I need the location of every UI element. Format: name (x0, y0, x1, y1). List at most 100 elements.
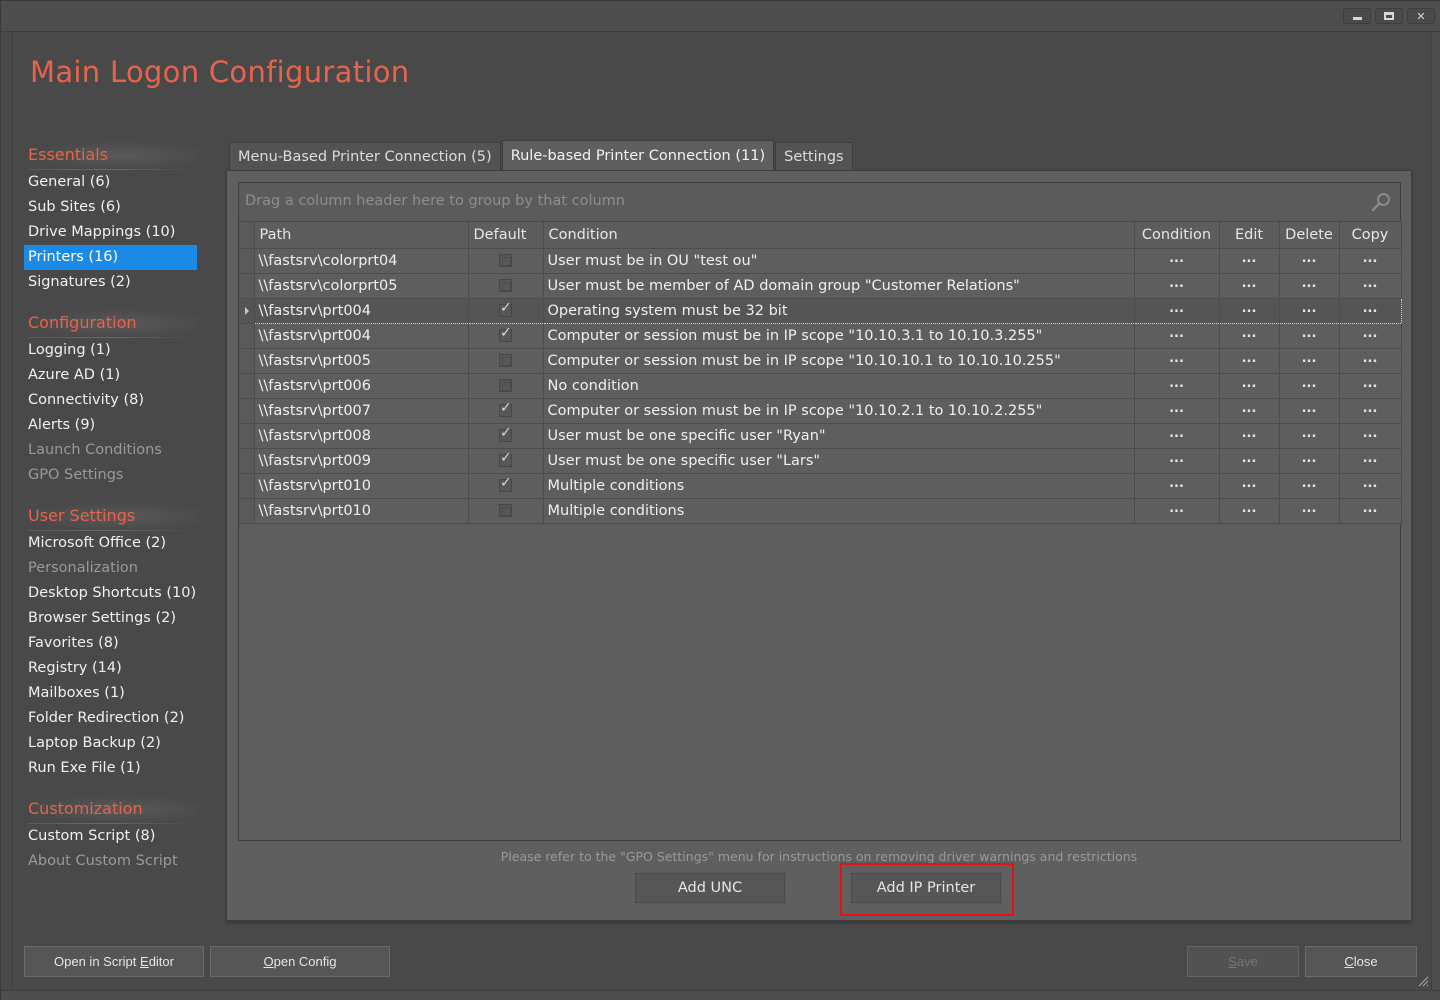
open-config-button[interactable]: Open Config (210, 946, 390, 977)
copy-ellipsis-button[interactable]: ... (1363, 251, 1378, 266)
column-header-path[interactable]: Path (254, 222, 469, 249)
tab-settings[interactable]: Settings (775, 142, 853, 172)
delete-ellipsis-button[interactable]: ... (1302, 401, 1317, 416)
edit-ellipsis-button[interactable]: ... (1242, 301, 1257, 316)
close-window-button[interactable]: ✕ (1407, 8, 1435, 24)
table-row[interactable]: \\fastsrv\prt004 Operating system must be… (239, 297, 1402, 324)
condition-ellipsis-button[interactable]: ... (1169, 276, 1184, 291)
sidebar-item-browser-settings[interactable]: Browser Settings (2) (24, 606, 199, 631)
condition-ellipsis-button[interactable]: ... (1169, 351, 1184, 366)
row-indicator[interactable] (239, 348, 255, 374)
maximize-button[interactable] (1375, 8, 1403, 24)
condition-cell[interactable]: User must be one specific user "Lars" (543, 448, 1135, 474)
copy-ellipsis-button[interactable]: ... (1363, 326, 1378, 341)
condition-cell[interactable]: User must be one specific user "Ryan" (543, 423, 1135, 449)
copy-ellipsis-button[interactable]: ... (1363, 276, 1378, 291)
sidebar-item-azure-ad[interactable]: Azure AD (1) (24, 363, 199, 388)
group-by-panel[interactable]: Drag a column header here to group by th… (239, 183, 1400, 222)
sidebar-item-printers[interactable]: Printers (16) (24, 245, 197, 270)
column-header-copy[interactable]: Copy (1339, 222, 1402, 249)
tab-menu-based-printer-connection[interactable]: Menu-Based Printer Connection (5) (229, 142, 501, 172)
sidebar-item-desktop-shortcuts[interactable]: Desktop Shortcuts (10) (24, 581, 199, 606)
default-checkbox[interactable] (499, 475, 512, 492)
row-indicator[interactable] (239, 398, 255, 424)
sidebar-item-microsoft-office[interactable]: Microsoft Office (2) (24, 531, 199, 556)
delete-ellipsis-button[interactable]: ... (1302, 351, 1317, 366)
path-cell[interactable]: \\fastsrv\prt006 (254, 373, 469, 399)
sidebar-item-favorites[interactable]: Favorites (8) (24, 631, 199, 656)
path-cell[interactable]: \\fastsrv\colorprt04 (254, 248, 469, 274)
table-row[interactable]: \\fastsrv\colorprt05 User must be member … (239, 273, 1402, 299)
sidebar-item-connectivity[interactable]: Connectivity (8) (24, 388, 199, 413)
sidebar-item-run-exe-file[interactable]: Run Exe File (1) (24, 756, 199, 781)
default-checkbox[interactable] (499, 354, 512, 367)
delete-ellipsis-button[interactable]: ... (1302, 501, 1317, 516)
default-checkbox[interactable] (499, 450, 512, 467)
delete-ellipsis-button[interactable]: ... (1302, 251, 1317, 266)
delete-ellipsis-button[interactable]: ... (1302, 276, 1317, 291)
row-indicator[interactable] (239, 473, 255, 499)
sidebar-item-alerts[interactable]: Alerts (9) (24, 413, 199, 438)
minimize-button[interactable] (1343, 8, 1371, 24)
path-cell[interactable]: \\fastsrv\prt004 (254, 323, 469, 349)
path-cell[interactable]: \\fastsrv\prt009 (254, 448, 469, 474)
sidebar-item-laptop-backup[interactable]: Laptop Backup (2) (24, 731, 199, 756)
copy-ellipsis-button[interactable]: ... (1363, 451, 1378, 466)
save-button[interactable]: Save (1187, 946, 1299, 977)
edit-ellipsis-button[interactable]: ... (1242, 401, 1257, 416)
table-row[interactable]: \\fastsrv\prt008 User must be one specifi… (239, 423, 1402, 449)
delete-ellipsis-button[interactable]: ... (1302, 376, 1317, 391)
add-ip-printer-button[interactable]: Add IP Printer (851, 873, 1001, 903)
table-row[interactable]: \\fastsrv\colorprt04 User must be in OU "… (239, 248, 1402, 274)
condition-cell[interactable]: User must be member of AD domain group "… (543, 273, 1135, 299)
sidebar-item-custom-script[interactable]: Custom Script (8) (24, 824, 199, 849)
sidebar-item-personalization[interactable]: Personalization (24, 556, 199, 581)
column-header-delete[interactable]: Delete (1279, 222, 1340, 249)
edit-ellipsis-button[interactable]: ... (1242, 451, 1257, 466)
path-cell[interactable]: \\fastsrv\prt005 (254, 348, 469, 374)
copy-ellipsis-button[interactable]: ... (1363, 351, 1378, 366)
condition-cell[interactable]: Computer or session must be in IP scope … (543, 348, 1135, 374)
edit-ellipsis-button[interactable]: ... (1242, 426, 1257, 441)
edit-ellipsis-button[interactable]: ... (1242, 501, 1257, 516)
table-row[interactable]: \\fastsrv\prt004 Computer or session must… (239, 323, 1402, 349)
edit-ellipsis-button[interactable]: ... (1242, 326, 1257, 341)
copy-ellipsis-button[interactable]: ... (1363, 426, 1378, 441)
edit-ellipsis-button[interactable]: ... (1242, 351, 1257, 366)
default-checkbox[interactable] (499, 425, 512, 442)
sidebar-item-folder-redirection[interactable]: Folder Redirection (2) (24, 706, 199, 731)
default-checkbox[interactable] (499, 504, 512, 517)
table-row[interactable]: \\fastsrv\prt010 Multiple conditions.....… (239, 498, 1402, 524)
condition-ellipsis-button[interactable]: ... (1169, 451, 1184, 466)
condition-ellipsis-button[interactable]: ... (1169, 376, 1184, 391)
sidebar-item-drive-mappings[interactable]: Drive Mappings (10) (24, 220, 199, 245)
resize-grip-icon[interactable] (1417, 975, 1429, 987)
condition-cell[interactable]: Computer or session must be in IP scope … (543, 398, 1135, 424)
path-cell[interactable]: \\fastsrv\prt004 (253, 297, 469, 324)
path-cell[interactable]: \\fastsrv\prt007 (254, 398, 469, 424)
default-checkbox[interactable] (499, 325, 512, 342)
condition-cell[interactable]: User must be in OU "test ou" (543, 248, 1135, 274)
row-indicator[interactable] (239, 273, 255, 299)
column-header-default[interactable]: Default (468, 222, 544, 249)
default-checkbox[interactable] (499, 254, 512, 267)
column-header-edit[interactable]: Edit (1219, 222, 1280, 249)
delete-ellipsis-button[interactable]: ... (1302, 451, 1317, 466)
sidebar-item-logging[interactable]: Logging (1) (24, 338, 199, 363)
condition-cell[interactable]: Multiple conditions (543, 473, 1135, 499)
copy-ellipsis-button[interactable]: ... (1363, 476, 1378, 491)
condition-ellipsis-button[interactable]: ... (1169, 501, 1184, 516)
row-indicator[interactable] (239, 298, 255, 324)
path-cell[interactable]: \\fastsrv\prt010 (254, 498, 469, 524)
condition-cell[interactable]: No condition (543, 373, 1135, 399)
copy-ellipsis-button[interactable]: ... (1363, 401, 1378, 416)
table-row[interactable]: \\fastsrv\prt006 No condition............ (239, 373, 1402, 399)
row-indicator[interactable] (239, 498, 255, 524)
tab-rule-based-printer-connection[interactable]: Rule-based Printer Connection (11) (501, 140, 775, 172)
sidebar-item-sub-sites[interactable]: Sub Sites (6) (24, 195, 199, 220)
sidebar-item-general[interactable]: General (6) (24, 170, 199, 195)
sidebar-item-about-custom-script[interactable]: About Custom Script (24, 849, 199, 874)
default-checkbox[interactable] (499, 300, 512, 317)
row-indicator[interactable] (239, 373, 255, 399)
search-icon[interactable] (1370, 191, 1392, 213)
